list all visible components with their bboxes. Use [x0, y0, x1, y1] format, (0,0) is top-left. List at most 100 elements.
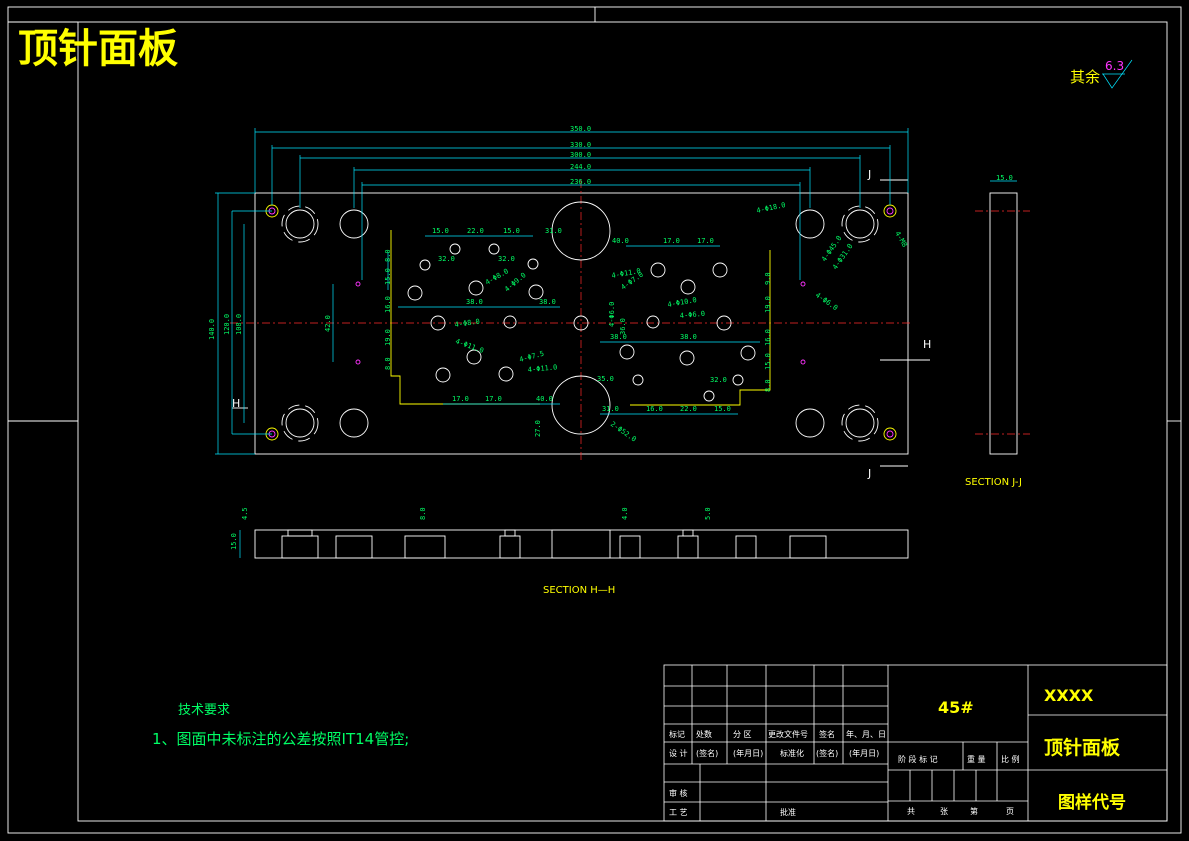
tb-header-5: 年、月、日: [846, 729, 886, 739]
dim-inner-left-0: 8.0: [384, 249, 392, 262]
dim-inner-right-4: 38.0: [680, 333, 697, 341]
callout-15: 2-Φ52.0: [609, 420, 638, 443]
dim-inner-right-2: 16.0: [764, 329, 772, 346]
dim-left-120: 120.0: [223, 314, 231, 335]
cut-label-h-right: H: [923, 338, 931, 351]
tb-design-4: (签名): [816, 748, 838, 758]
section-hh-label: SECTION H—H: [543, 585, 615, 596]
callout-12: 4-Φ11.0: [454, 337, 484, 355]
tb-design-1: (签名): [696, 748, 718, 758]
dim-overall-300: 300.0: [570, 151, 591, 159]
tech-req-item: 1、图面中未标注的公差按照IT14管控;: [152, 730, 409, 748]
dim-top-1: 22.0: [467, 227, 484, 235]
dim-bottom-6: 15.0: [714, 405, 731, 413]
tb-process: 工 艺: [669, 808, 688, 817]
dim-overall-236: 236.0: [570, 178, 591, 186]
dim-hh-45: 4.5: [241, 507, 249, 520]
tb-stage: 阶 段 标 记: [898, 754, 938, 764]
dim-inner-right-5: 32.0: [710, 376, 727, 384]
dim-inner-left-5: 19.0: [384, 329, 392, 346]
tb-design-0: 设 计: [669, 748, 688, 758]
dim-inner-left-6: 8.0: [384, 357, 392, 370]
surface-finish-value: 6.3: [1105, 59, 1124, 73]
dim-bottom-5: 22.0: [680, 405, 697, 413]
dim-bottom-8: 35.0: [597, 375, 614, 383]
dim-bottom-3: 31.0: [602, 405, 619, 413]
tb-design-2: (年月日): [733, 748, 763, 758]
tb-header-3: 更改文件号: [768, 729, 808, 739]
tb-header-2: 分 区: [733, 730, 752, 739]
dim-top-5: 17.0: [663, 237, 680, 245]
dim-bottom-9: 36.0: [619, 318, 627, 335]
dim-inner-left-8: 38.0: [539, 298, 556, 306]
dim-top-3: 31.0: [545, 227, 562, 235]
dim-overall-350: 350.0: [570, 125, 591, 133]
callout-16: 4-Φ6.0: [608, 302, 616, 327]
dim-inner-right-3: 15.0: [764, 353, 772, 370]
dim-bottom-7: 27.0: [534, 420, 542, 437]
dim-left-140: 140.0: [208, 319, 216, 340]
surface-finish-label: 其余: [1070, 68, 1100, 86]
dim-hh-8: 8.0: [419, 507, 427, 520]
dim-bottom-1: 17.0: [485, 395, 502, 403]
dim-inner-left-1: 32.0: [438, 255, 455, 263]
callout-14: 4-Φ11.0: [527, 363, 557, 374]
dim-inner-left-2: 15.0: [384, 268, 392, 285]
dim-top-2: 15.0: [503, 227, 520, 235]
tb-drawing-no: 图样代号: [1058, 792, 1126, 813]
callout-7: 4-Φ6.0: [679, 310, 705, 320]
dim-inner-left-3: 32.0: [498, 255, 515, 263]
tb-sheet-2: 第: [970, 806, 978, 816]
dim-inner-right-0: 9.0: [764, 272, 772, 285]
tech-req-heading: 技术要求: [178, 703, 230, 718]
dim-inner-right-6: 8.0: [764, 379, 772, 392]
callout-6: 4-Φ10.0: [667, 296, 697, 309]
dim-bottom-4: 16.0: [646, 405, 663, 413]
plate-outline: [254, 192, 909, 455]
dim-jj-width: 15.0: [996, 174, 1013, 182]
callout-0: 4-Φ18.0: [756, 201, 787, 215]
dim-inner-left-7: 38.0: [466, 298, 483, 306]
tb-header-0: 标记: [669, 729, 685, 739]
cad-drawing: 顶针面板 其余 6.3 350.0 330.0 300.0 244.0 236.…: [7, 6, 1182, 834]
dim-hh-4: 4.0: [621, 507, 629, 520]
dim-inner-left-4: 16.0: [384, 296, 392, 313]
section-jj-view: 15.0 SECTION J-J: [965, 174, 1030, 488]
sheet-border-inner: [77, 21, 1168, 822]
dim-left-108: 108.0: [235, 314, 243, 335]
dim-bottom-0: 17.0: [452, 395, 469, 403]
tb-design-5: (年月日): [849, 748, 879, 758]
callout-3: 4-M8: [893, 230, 908, 249]
callout-13: 4-Φ7.5: [518, 350, 545, 364]
callout-5: 4-Φ8.0: [454, 318, 480, 329]
cut-label-j-top: J: [867, 168, 871, 181]
cut-label-h-left: H: [232, 397, 240, 410]
dim-top-6: 17.0: [697, 237, 714, 245]
tb-header-4: 签名: [819, 729, 835, 739]
plan-view: 350.0 330.0 300.0 244.0 236.0 140.0 120.…: [208, 125, 931, 480]
tb-part-name: 顶针面板: [1044, 736, 1121, 759]
dim-top-0: 15.0: [432, 227, 449, 235]
tb-header-1: 处数: [696, 729, 712, 739]
dim-hh-5: 5.0: [704, 507, 712, 520]
tb-scale: 比 例: [1001, 754, 1020, 764]
callout-4: 4-Φ6.0: [814, 291, 839, 312]
dim-overall-330: 330.0: [570, 141, 591, 149]
tb-weight: 重 量: [967, 754, 986, 764]
dim-left-42: 42.0: [324, 315, 332, 332]
tb-review: 审 核: [669, 788, 688, 798]
tb-company: XXXX: [1044, 686, 1094, 705]
cut-label-j-bottom: J: [867, 467, 871, 480]
title-block: 标记 处数 分 区 更改文件号 签名 年、月、日 设 计 (签名) (年月日) …: [663, 664, 1168, 822]
dim-hh-15: 15.0: [230, 533, 238, 550]
tb-sheet-1: 张: [940, 807, 948, 816]
drawing-title: 顶针面板: [18, 25, 178, 72]
section-hh-view: 15.0 4.5 8.0 4.0 5.0 SECTION H—H: [230, 507, 909, 596]
tb-material: 45#: [938, 698, 974, 717]
section-jj-label: SECTION J-J: [965, 477, 1022, 488]
tb-approve: 批准: [780, 807, 796, 817]
tb-design-3: 标准化: [780, 748, 804, 758]
tb-sheet-0: 共: [907, 807, 915, 816]
tb-sheet-3: 页: [1006, 807, 1014, 816]
dim-top-4: 40.0: [612, 237, 629, 245]
